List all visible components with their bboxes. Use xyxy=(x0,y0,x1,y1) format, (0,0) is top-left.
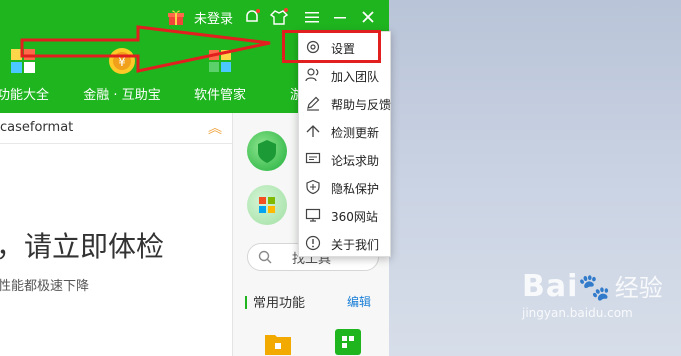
main-content: caseformat ︽ ，请立即体检 性能都极速下降 xyxy=(0,113,232,356)
users-icon xyxy=(305,67,321,83)
common-functions-heading: 常用功能 xyxy=(245,292,305,311)
menu-item-about[interactable]: 关于我们 xyxy=(299,229,390,257)
breadcrumb-text: caseformat xyxy=(0,120,74,135)
watermark-brand-tail: 经验 xyxy=(614,274,663,302)
menu-item-privacy[interactable]: 隐私保护 xyxy=(299,173,390,201)
breadcrumb: caseformat ︽ xyxy=(0,113,232,144)
shield-icon[interactable] xyxy=(247,131,287,171)
menu-label: 检测更新 xyxy=(331,126,380,140)
menu-label: 论坛求助 xyxy=(331,154,380,168)
watermark-url: jingyan.baidu.com xyxy=(522,306,633,320)
annotation-highlight-box xyxy=(282,30,381,63)
menu-label: 加入团队 xyxy=(331,70,380,84)
double-chevron-up-icon[interactable]: ︽ xyxy=(208,118,222,138)
menu-item-forum-help[interactable]: 论坛求助 xyxy=(299,145,390,173)
menu-label: 帮助与反馈 xyxy=(331,98,392,112)
pencil-icon xyxy=(305,95,321,111)
page-subtitle: 性能都极速下降 xyxy=(0,279,90,294)
close-icon[interactable] xyxy=(361,6,375,28)
main-menu-dropdown: 设置 加入团队 帮助与反馈 检测更新 论坛求助 隐私保护 360网站 关于我们 xyxy=(298,31,391,257)
windows-icon[interactable] xyxy=(247,185,287,225)
menu-label: 关于我们 xyxy=(331,238,380,252)
info-icon xyxy=(305,235,321,251)
app-green-icon[interactable] xyxy=(333,327,363,356)
minimize-icon[interactable] xyxy=(333,6,347,28)
monitor-icon xyxy=(305,207,321,223)
shield-icon xyxy=(305,179,321,195)
menu-item-join-team[interactable]: 加入团队 xyxy=(299,61,390,89)
search-icon xyxy=(258,249,272,268)
menu-item-360-website[interactable]: 360网站 xyxy=(299,201,390,229)
annotation-arrow xyxy=(20,25,271,73)
edit-link[interactable]: 编辑 xyxy=(347,293,371,310)
folder-lock-icon[interactable] xyxy=(263,327,293,356)
menu-item-help-feedback[interactable]: 帮助与反馈 xyxy=(299,89,392,117)
menu-icon[interactable] xyxy=(304,6,320,28)
menu-label: 360网站 xyxy=(331,210,378,224)
common-functions-label: 常用功能 xyxy=(253,296,306,311)
chat-icon xyxy=(305,151,321,167)
baidu-jingyan-watermark: Bai🐾 经验 jingyan.baidu.com xyxy=(522,268,663,320)
watermark-brand: Bai xyxy=(522,269,579,304)
paw-icon: 🐾 xyxy=(578,273,611,303)
page-title: ，请立即体检 xyxy=(0,230,165,263)
menu-item-check-update[interactable]: 检测更新 xyxy=(299,117,390,145)
menu-label: 隐私保护 xyxy=(331,182,380,196)
upload-icon xyxy=(305,123,321,139)
